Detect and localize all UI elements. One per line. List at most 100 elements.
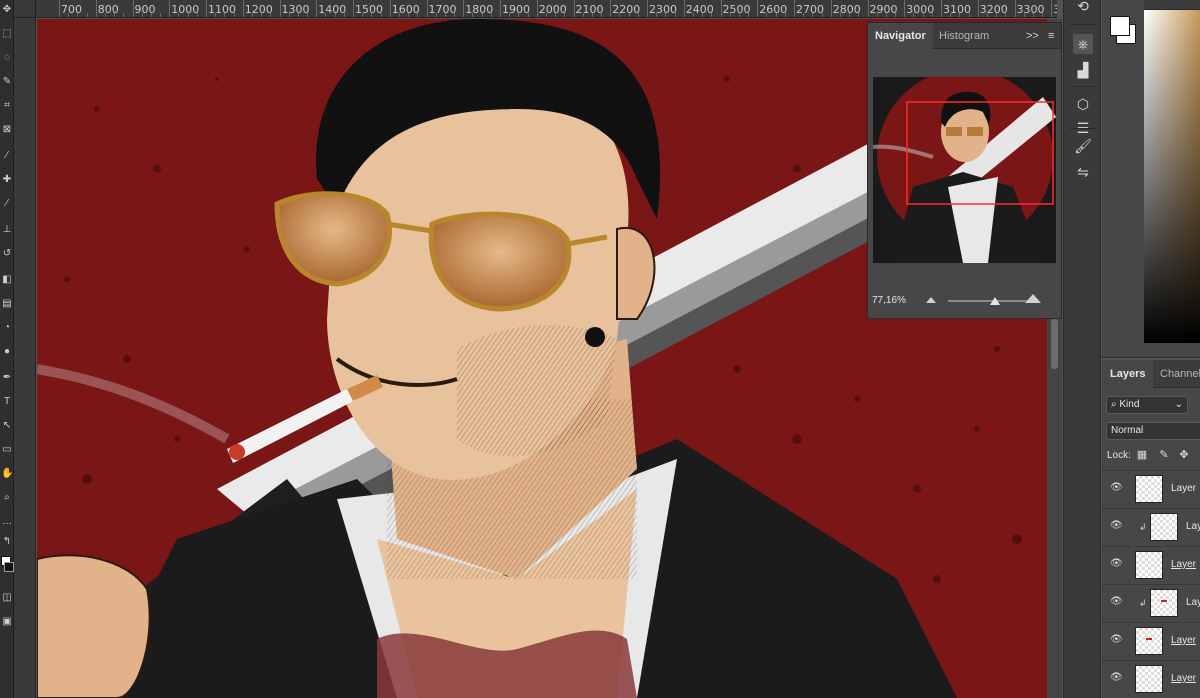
layer-thumbnail[interactable] bbox=[1135, 475, 1163, 503]
tab-channels[interactable]: Channels bbox=[1152, 360, 1200, 388]
ruler-tick-label: 1700 bbox=[428, 3, 457, 16]
more-tools-icon[interactable]: … bbox=[1, 516, 13, 528]
gradient-tool-icon[interactable]: ▤ bbox=[1, 298, 13, 310]
move-tool-icon[interactable]: ✥ bbox=[1, 4, 13, 16]
screen-mode-icon[interactable]: ▣ bbox=[1, 616, 13, 628]
photoshop-window: ✥ ⬚ ◌ ✎ ⌗ ⊠ ⁄ ✚ ∕ ⊥ ↺ ◧ ▤ ◔ ● ✒ T ↖ ▭ ✋ … bbox=[0, 0, 1200, 698]
ruler-tick-label: 2700 bbox=[796, 3, 824, 16]
visibility-eye-icon[interactable]: 👁 bbox=[1110, 559, 1124, 569]
ruler-minor-tick bbox=[233, 13, 235, 17]
visibility-eye-icon[interactable]: 👁 bbox=[1110, 597, 1124, 607]
quick-select-tool-icon[interactable]: ✎ bbox=[1, 76, 13, 88]
navigator-tab-bar: Navigator Histogram >> ≡ bbox=[868, 23, 1061, 49]
tab-histogram[interactable]: Histogram bbox=[932, 23, 996, 49]
chevron-down-icon: ⌄ bbox=[1174, 399, 1183, 410]
layer-thumbnail[interactable] bbox=[1150, 589, 1178, 617]
tab-navigator[interactable]: Navigator bbox=[868, 23, 933, 49]
history-brush-icon[interactable]: ↺ bbox=[1, 248, 13, 260]
ruler-origin[interactable] bbox=[14, 0, 36, 18]
ruler-tick bbox=[647, 0, 648, 17]
frame-tool-icon[interactable]: ⊠ bbox=[1, 124, 13, 136]
layer-row[interactable]: 👁 Layer bbox=[1102, 660, 1200, 698]
adjustments-panel-icon[interactable]: ⇋ bbox=[1073, 162, 1093, 182]
zoom-percent-field[interactable]: 77,16% bbox=[872, 295, 906, 306]
blur-tool-icon[interactable]: ◔ bbox=[1, 322, 13, 334]
lock-transparent-icon[interactable]: ▦ bbox=[1135, 448, 1149, 462]
layer-row[interactable]: 👁 ↲ Lay bbox=[1102, 584, 1200, 622]
tab-layers[interactable]: Layers bbox=[1102, 360, 1154, 388]
lock-position-icon[interactable]: ✥ bbox=[1177, 448, 1191, 462]
ruler-tick-label: 1300 bbox=[281, 3, 310, 16]
swap-colors-icon[interactable]: ↰ bbox=[1, 536, 13, 548]
visibility-eye-icon[interactable]: 👁 bbox=[1110, 483, 1124, 493]
layer-name[interactable]: Lay bbox=[1186, 521, 1200, 532]
ruler-minor-tick bbox=[1042, 13, 1044, 17]
layer-row[interactable]: 👁 Layer bbox=[1102, 622, 1200, 660]
ruler-minor-tick bbox=[160, 13, 162, 17]
layer-name[interactable]: Lay bbox=[1186, 597, 1200, 608]
color-foreground-chip[interactable] bbox=[1110, 16, 1130, 36]
eraser-tool-icon[interactable]: ◧ bbox=[1, 274, 13, 286]
panel-menu-icon[interactable]: ≡ bbox=[1048, 23, 1054, 49]
ruler-tick-label: 900 bbox=[134, 3, 156, 16]
zoom-in-icon[interactable] bbox=[1025, 294, 1041, 303]
clipping-mask-icon: ↲ bbox=[1139, 598, 1147, 608]
layer-thumbnail[interactable] bbox=[1150, 513, 1178, 541]
dodge-tool-icon[interactable]: ● bbox=[1, 346, 13, 358]
collapse-panel-icon[interactable]: >> bbox=[1026, 23, 1039, 49]
history-panel-icon[interactable]: ⟲ bbox=[1073, 0, 1093, 16]
ruler-tick-label: 1000 bbox=[171, 3, 200, 16]
layer-name[interactable]: Layer bbox=[1171, 559, 1196, 570]
type-tool-icon[interactable]: T bbox=[1, 396, 13, 408]
layer-name[interactable]: Layer bbox=[1171, 483, 1196, 494]
layer-name[interactable]: Layer bbox=[1171, 673, 1196, 684]
layer-row[interactable]: 👁 ↲ Lay bbox=[1102, 508, 1200, 546]
crop-tool-icon[interactable]: ⌗ bbox=[1, 100, 13, 112]
ruler-minor-tick bbox=[665, 13, 667, 17]
3d-panel-icon[interactable]: ⬡ bbox=[1073, 94, 1093, 114]
background-color-swatch[interactable] bbox=[4, 562, 14, 572]
navigator-preview[interactable] bbox=[873, 77, 1056, 263]
layer-name[interactable]: Layer bbox=[1171, 635, 1196, 646]
ruler-minor-tick bbox=[187, 13, 189, 17]
blend-mode-select[interactable]: Normal bbox=[1106, 422, 1200, 440]
layer-row[interactable]: 👁 Layer bbox=[1102, 470, 1200, 508]
eyedropper-tool-icon[interactable]: ⁄ bbox=[1, 150, 13, 162]
ruler-tick-label: 1500 bbox=[355, 3, 383, 16]
scrollbar-thumb[interactable] bbox=[1051, 319, 1058, 369]
zoom-tool-icon[interactable]: ⌕ bbox=[1, 492, 13, 504]
layer-thumbnail[interactable] bbox=[1135, 551, 1163, 579]
navigator-panel-icon[interactable]: ⎈ bbox=[1073, 34, 1093, 54]
layer-row[interactable]: 👁 Layer bbox=[1102, 546, 1200, 584]
ruler-minor-tick bbox=[784, 13, 786, 17]
ruler-tick-label: 2800 bbox=[832, 3, 861, 16]
color-panel-tab-bar bbox=[1144, 0, 1200, 10]
healing-brush-icon[interactable]: ✚ bbox=[1, 174, 13, 186]
ruler-minor-tick bbox=[996, 13, 998, 17]
brush-settings-icon[interactable]: 🖌 bbox=[1073, 136, 1093, 156]
zoom-out-icon[interactable] bbox=[926, 297, 936, 303]
marquee-tool-icon[interactable]: ⬚ bbox=[1, 28, 13, 40]
layer-thumbnail[interactable] bbox=[1135, 665, 1163, 693]
pen-tool-icon[interactable]: ✒ bbox=[1, 372, 13, 384]
histogram-panel-icon[interactable]: ▟ bbox=[1073, 60, 1093, 80]
shape-tool-icon[interactable]: ▭ bbox=[1, 444, 13, 456]
visibility-eye-icon[interactable]: 👁 bbox=[1110, 635, 1124, 645]
lock-image-icon[interactable]: ✎ bbox=[1157, 448, 1171, 462]
hand-tool-icon[interactable]: ✋ bbox=[1, 468, 13, 480]
layer-filter-select[interactable]: ⌕ Kind ⌄ bbox=[1106, 396, 1188, 414]
clone-stamp-icon[interactable]: ⊥ bbox=[1, 224, 13, 236]
visibility-eye-icon[interactable]: 👁 bbox=[1110, 673, 1124, 683]
ruler-minor-tick bbox=[876, 13, 878, 17]
quick-mask-icon[interactable]: ◫ bbox=[1, 592, 13, 604]
ruler-minor-tick bbox=[674, 13, 676, 17]
ruler-tick bbox=[794, 0, 795, 17]
lasso-tool-icon[interactable]: ◌ bbox=[1, 52, 13, 64]
color-picker-field[interactable] bbox=[1144, 10, 1200, 343]
layer-thumbnail[interactable] bbox=[1135, 627, 1163, 655]
brush-tool-icon[interactable]: ∕ bbox=[1, 198, 13, 210]
visibility-eye-icon[interactable]: 👁 bbox=[1110, 521, 1124, 531]
ruler-tick bbox=[1051, 0, 1053, 17]
path-select-icon[interactable]: ↖ bbox=[1, 420, 13, 432]
zoom-slider-handle[interactable] bbox=[989, 297, 1000, 305]
